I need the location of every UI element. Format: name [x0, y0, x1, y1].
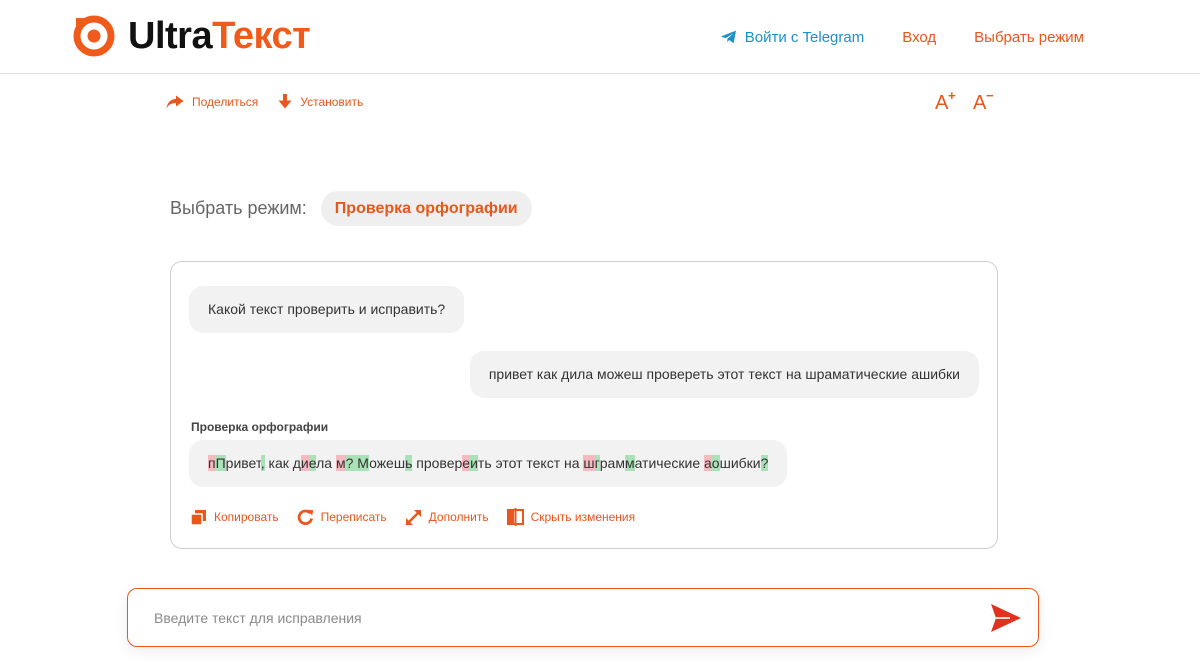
copy-button[interactable]: Копировать: [190, 509, 279, 526]
logo-text: UltraТекст: [128, 14, 311, 58]
diff-deleted-segment: ш: [583, 455, 595, 471]
copy-label: Копировать: [214, 510, 279, 524]
logo-text-ultra: Ultra: [128, 15, 213, 57]
expand-button[interactable]: Дополнить: [405, 509, 489, 526]
mode-label: Выбрать режим:: [170, 198, 307, 218]
font-increase-letter: A: [935, 92, 949, 114]
mode-row: Выбрать режим: Проверка орфографии: [170, 191, 532, 226]
result-actions: Копировать Переписать Дополнить Скрыть и…: [190, 508, 635, 526]
diff-unchanged-segment: ривет: [225, 455, 261, 471]
share-label: Поделиться: [192, 94, 259, 109]
font-decrease-button[interactable]: A −: [973, 88, 995, 116]
diff-unchanged-segment: ть этот текст на: [477, 455, 584, 471]
share-icon: [166, 95, 184, 108]
bot-question-bubble: Какой текст проверить и исправить?: [189, 286, 465, 333]
chat-card: Какой текст проверить и исправить? приве…: [170, 261, 998, 549]
copy-icon: [190, 509, 206, 526]
install-button[interactable]: Установить: [278, 94, 363, 109]
result-title: Проверка орфографии: [191, 420, 329, 434]
hide-changes-button[interactable]: Скрыть изменения: [506, 508, 636, 526]
login-link[interactable]: Вход: [902, 29, 936, 46]
logo[interactable]: UltraТекст: [72, 14, 311, 58]
message-input[interactable]: [154, 589, 974, 646]
diff-inserted-segment: П: [215, 455, 226, 471]
install-icon: [278, 94, 292, 109]
font-decrease-letter: A: [973, 92, 987, 114]
font-increase-mod: +: [948, 88, 956, 103]
telegram-login-link[interactable]: Войти с Telegram: [721, 28, 865, 46]
diff-unchanged-segment: как д: [264, 455, 301, 471]
font-decrease-mod: −: [986, 88, 994, 103]
result-bubble: пПривет, как диела м? Можешь провереить …: [189, 440, 788, 487]
diff-inserted-segment: ? М: [345, 455, 370, 471]
diff-inserted-segment: о: [711, 455, 720, 471]
diff-unchanged-segment: шибки: [719, 455, 761, 471]
diff-deleted-segment: м: [335, 455, 346, 471]
expand-icon: [405, 509, 421, 525]
user-message-bubble: привет как дила можеш провереть этот тек…: [469, 351, 979, 398]
share-button[interactable]: Поделиться: [166, 95, 258, 109]
telegram-icon: [721, 30, 736, 44]
top-nav: Войти с Telegram Вход Выбрать режим: [721, 0, 1084, 74]
diff-deleted-segment: п: [208, 455, 216, 471]
diff-unchanged-segment: атические: [634, 455, 704, 471]
font-size-controls: A + A −: [935, 88, 995, 116]
diff-unchanged-segment: ожеш: [369, 455, 406, 471]
diff-deleted-segment: а: [704, 455, 712, 471]
diff-unchanged-segment: рам: [599, 455, 625, 471]
telegram-login-label: Войти с Telegram: [744, 28, 865, 46]
send-icon[interactable]: [990, 603, 1022, 633]
font-increase-button[interactable]: A +: [935, 88, 957, 116]
toolbar: Поделиться Установить: [166, 94, 363, 109]
rewrite-button[interactable]: Переписать: [297, 509, 387, 526]
diff-deleted-segment: е: [462, 455, 471, 471]
diff-unchanged-segment: ла: [316, 455, 336, 471]
select-mode-link[interactable]: Выбрать режим: [974, 29, 1084, 46]
diff-inserted-segment: и: [470, 455, 478, 471]
diff-deleted-segment: и: [300, 455, 309, 471]
rewrite-label: Переписать: [320, 510, 387, 524]
logo-icon: [73, 15, 115, 57]
mode-select-button[interactable]: Проверка орфографии: [320, 191, 532, 226]
hide-changes-icon: [506, 508, 524, 526]
diff-unchanged-segment: провер: [412, 455, 463, 471]
diff-inserted-segment: м: [624, 455, 635, 471]
install-label: Установить: [300, 94, 364, 109]
hide-changes-label: Скрыть изменения: [530, 510, 636, 524]
rewrite-icon: [297, 509, 313, 525]
header: UltraТекст Войти с Telegram Вход Выбрать…: [0, 0, 1200, 74]
logo-text-tekst: Текст: [212, 15, 311, 57]
diff-inserted-segment: е: [308, 455, 317, 471]
expand-label: Дополнить: [428, 510, 489, 524]
message-input-container: [127, 588, 1039, 647]
diff-inserted-segment: ?: [760, 455, 769, 471]
